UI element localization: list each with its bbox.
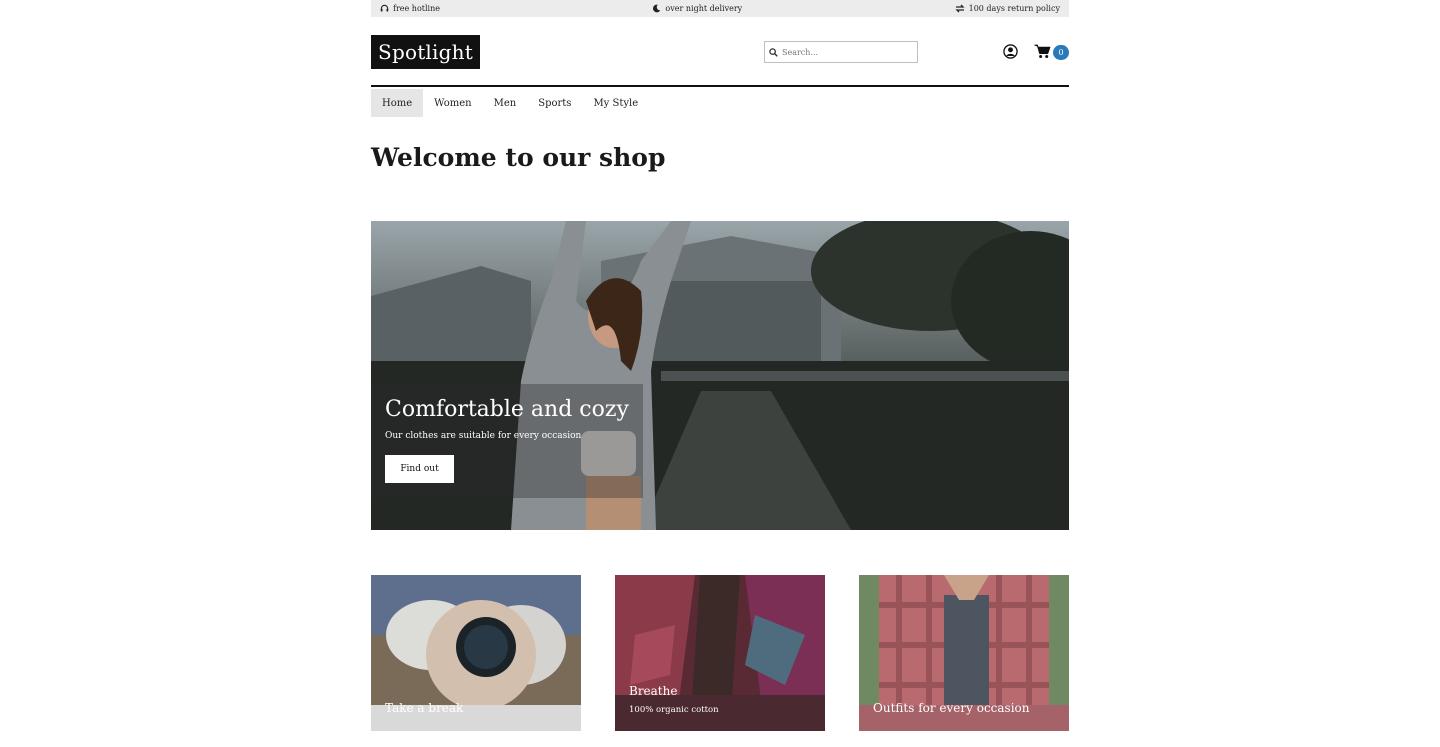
header-divider [371,85,1069,87]
site-logo[interactable]: Spotlight [371,35,480,69]
hotline-label: free hotline [393,4,440,13]
hero-subtitle: Our clothes are suitable for every occas… [385,431,582,441]
nav-item-women[interactable]: Women [423,89,482,117]
main-nav: Home Women Men Sports My Style [371,89,649,117]
nav-item-men[interactable]: Men [483,89,528,117]
category-card-take-a-break[interactable]: Take a break [371,575,581,731]
category-card-breathe[interactable]: Breathe 100% organic cotton [615,575,825,731]
exchange-icon [955,4,965,13]
search-icon [769,47,778,57]
page-title: Welcome to our shop [371,143,666,172]
headset-icon [380,4,389,12]
hero-banner: Comfortable and cozy Our clothes are sui… [371,221,1069,530]
top-info-bar: free hotline over night delivery 100 day… [371,0,1069,17]
nav-item-sports[interactable]: Sports [527,89,582,117]
search-box[interactable] [764,41,918,63]
returns-item: 100 days return policy [955,4,1060,13]
cart-icon [1034,44,1051,58]
delivery-item: over night delivery [652,4,742,13]
find-out-button[interactable]: Find out [385,455,454,483]
hotline-item[interactable]: free hotline [380,4,440,13]
cart-count-badge: 0 [1053,45,1069,60]
cart-button[interactable] [1034,44,1051,63]
search-input[interactable] [782,47,907,57]
logo-text: Spotlight [378,40,473,64]
user-circle-icon [1003,44,1018,59]
nav-item-home[interactable]: Home [371,89,424,117]
delivery-label: over night delivery [665,4,743,13]
returns-label: 100 days return policy [968,4,1060,13]
moon-icon [653,4,661,13]
category-card-outfits[interactable]: Outfits for every occasion [859,575,1069,731]
card-title: Breathe [629,684,678,698]
hero-title: Comfortable and cozy [385,397,629,422]
account-button[interactable] [1003,44,1018,63]
card-title: Take a break [385,701,464,715]
nav-item-my-style[interactable]: My Style [582,89,649,117]
card-title: Outfits for every occasion [873,701,1030,715]
card-subtitle: 100% organic cotton [629,705,719,715]
